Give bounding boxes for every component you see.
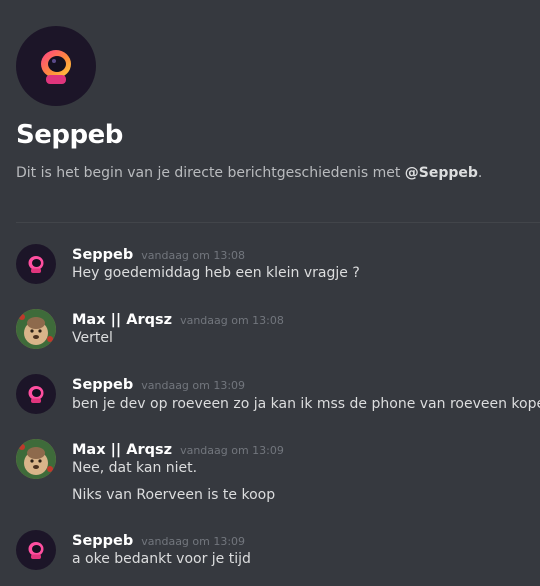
message-header: Max || Arqsz vandaag om 13:09 (72, 439, 284, 458)
message-header: Seppeb vandaag om 13:09 (72, 374, 245, 393)
seppeb-avatar[interactable] (16, 244, 56, 284)
dm-title: Seppeb (16, 120, 123, 150)
message-timestamp: vandaag om 13:09 (141, 535, 246, 548)
message-content: ben je dev op roeveen zo ja kan ik mss d… (72, 396, 540, 412)
message-content: a oke bedankt voor je tijd (72, 551, 251, 567)
message-timestamp: vandaag om 13:09 (180, 444, 284, 457)
dog-avatar-icon (16, 439, 56, 479)
astronaut-icon (28, 256, 44, 273)
dm-intro-text: Dit is het begin van je directe berichtg… (16, 165, 526, 181)
seppeb-avatar[interactable] (16, 374, 56, 414)
max-avatar[interactable] (16, 439, 56, 479)
message-author[interactable]: Max || Arqsz (72, 312, 172, 328)
message-author[interactable]: Seppeb (72, 247, 133, 263)
message-timestamp: vandaag om 13:08 (141, 249, 246, 262)
message-content: Hey goedemiddag heb een klein vragje ? (72, 265, 360, 281)
message-header: Max || Arqsz vandaag om 13:08 (72, 309, 284, 328)
intro-mention[interactable]: @Seppeb (405, 165, 478, 181)
message-author[interactable]: Seppeb (72, 533, 133, 549)
message-header: Seppeb vandaag om 13:09 (72, 530, 245, 549)
message-header: Seppeb vandaag om 13:08 (72, 244, 245, 263)
message-timestamp: vandaag om 13:08 (180, 314, 284, 327)
intro-prefix: Dit is het begin van je directe berichtg… (16, 165, 405, 181)
intro-suffix: . (477, 165, 483, 181)
divider (16, 222, 540, 223)
message-content: Nee, dat kan niet. (72, 460, 198, 476)
astronaut-icon (41, 50, 71, 84)
message-content: Vertel (72, 330, 113, 346)
profile-avatar[interactable] (16, 26, 96, 106)
seppeb-avatar[interactable] (16, 530, 56, 570)
message-author[interactable]: Seppeb (72, 377, 133, 393)
dog-avatar-icon (16, 309, 56, 349)
dm-intro: Seppeb Dit is het begin van je directe b… (16, 26, 526, 181)
max-avatar[interactable] (16, 309, 56, 349)
astronaut-icon (28, 542, 44, 559)
astronaut-icon (28, 386, 44, 403)
message-content: Niks van Roerveen is te koop (72, 487, 276, 503)
message-author[interactable]: Max || Arqsz (72, 442, 172, 458)
message-timestamp: vandaag om 13:09 (141, 379, 246, 392)
